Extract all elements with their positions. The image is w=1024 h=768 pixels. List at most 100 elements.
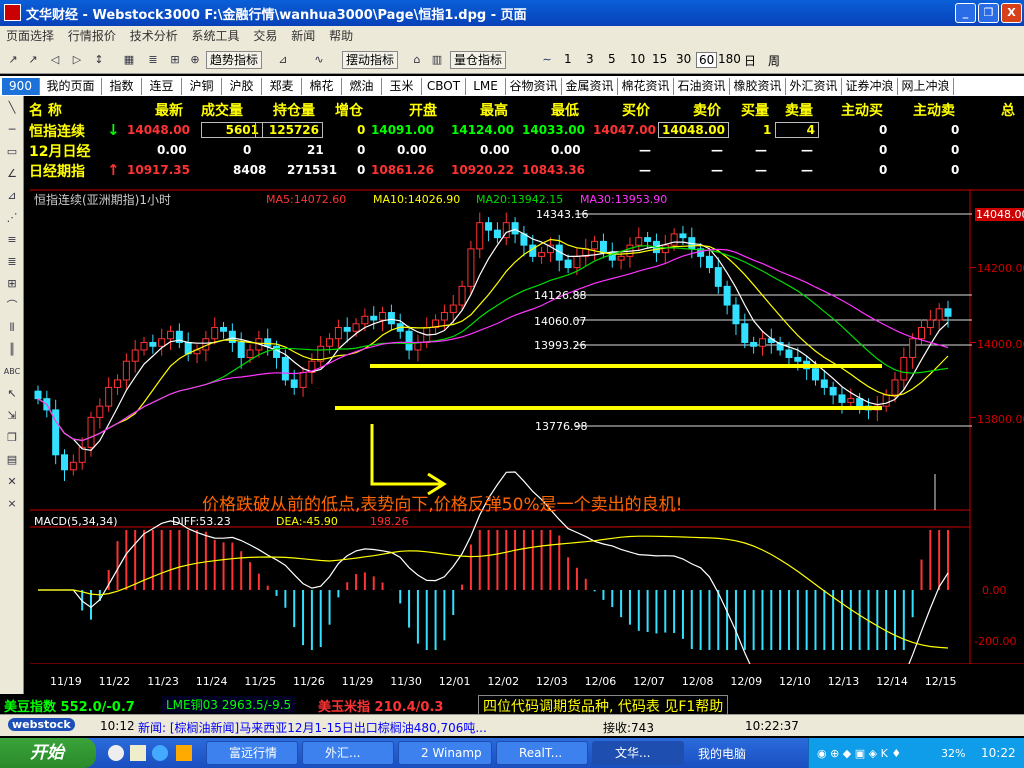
quicklaunch-icon[interactable] — [176, 745, 192, 761]
menu-tech-analysis[interactable]: 技术分析 — [130, 26, 178, 46]
tab-index[interactable]: 指数 — [102, 78, 142, 95]
period-day[interactable]: 日 — [744, 52, 756, 69]
rect-tool-icon[interactable]: ▭ — [3, 144, 21, 160]
percent-tool-icon[interactable]: ≣ — [3, 254, 21, 270]
menu-trade[interactable]: 交易 — [253, 26, 277, 46]
gann-tool-icon[interactable]: ⊞ — [3, 276, 21, 292]
period-week[interactable]: 周 — [768, 52, 780, 69]
tab-copper[interactable]: 沪铜 — [182, 78, 222, 95]
draw-line-icon[interactable]: ↗ — [6, 53, 20, 67]
channel-tool-icon[interactable]: ⋰ — [3, 210, 21, 226]
arrow-tool-icon[interactable]: ↖ — [3, 386, 21, 402]
vline-tool-icon[interactable]: ║ — [3, 342, 21, 358]
grid-icon[interactable]: ▦ — [122, 53, 136, 67]
text-tool-icon[interactable]: ABC — [3, 364, 21, 380]
maximize-button[interactable]: ❐ — [978, 3, 999, 23]
volume-icon[interactable]: ▥ — [430, 53, 444, 67]
fib-tool-icon[interactable]: ≡ — [3, 232, 21, 248]
menu-help[interactable]: 帮助 — [329, 26, 353, 46]
table-row[interactable]: 恒指连续 ↓ 14048.00 5601 125726 0 14091.00 1… — [25, 120, 1024, 140]
candlestick-chart[interactable] — [30, 188, 1024, 664]
tab-lme[interactable]: LME — [466, 78, 506, 95]
minimize-button[interactable]: _ — [955, 3, 976, 23]
period-3[interactable]: 3 — [586, 52, 594, 66]
list-icon[interactable]: ≣ — [146, 53, 160, 67]
menu-system-tools[interactable]: 系统工具 — [192, 26, 240, 46]
line-chart-icon[interactable]: ∼ — [540, 53, 554, 67]
fan-tool-icon[interactable]: ⊿ — [3, 188, 21, 204]
delete-all-tool-icon[interactable]: ⨯ — [3, 496, 21, 512]
angle-tool-icon[interactable]: ∠ — [3, 166, 21, 182]
mode-icon[interactable]: ⌂ — [410, 53, 424, 67]
tab-soy[interactable]: 连豆 — [142, 78, 182, 95]
tab-corn[interactable]: 玉米 — [382, 78, 422, 95]
tab-wheat[interactable]: 郑麦 — [262, 78, 302, 95]
row-volume: 0 — [243, 143, 252, 157]
tab-metal-news[interactable]: 金属资讯 — [562, 78, 618, 95]
volume-oi-indicator-button[interactable]: 量仓指标 — [450, 51, 507, 69]
tab-rubber[interactable]: 沪胶 — [222, 78, 262, 95]
expand-icon[interactable]: ↕ — [92, 53, 106, 67]
menu-news[interactable]: 新闻 — [291, 26, 315, 46]
tab-cotton[interactable]: 棉花 — [302, 78, 342, 95]
ma5-label: MA5:14072.60 — [266, 193, 347, 206]
candle-body — [96, 405, 104, 418]
zoom-icon[interactable]: ⊕ — [188, 53, 202, 67]
period-60[interactable]: 60 — [696, 52, 718, 68]
select-tool-icon[interactable]: ⇲ — [3, 408, 21, 424]
task-winamp[interactable]: 2 Winamp — [398, 741, 492, 765]
trend-indicator-button[interactable]: 趋势指标 — [206, 51, 263, 69]
my-computer-label[interactable]: 我的电脑 — [698, 745, 746, 762]
copy-tool-icon[interactable]: ❐ — [3, 430, 21, 446]
tray-icons[interactable]: ◉ ⊕ ◆ ▣ ◈ K ♦ — [817, 747, 901, 760]
news-text[interactable]: 新闻: [棕榈油新闻]马来西亚12月1-15日出口棕榈油480,706吨... — [138, 719, 487, 736]
start-button[interactable]: 开始 — [0, 738, 96, 768]
bars-icon[interactable]: ⊞ — [168, 53, 182, 67]
candle-body — [538, 252, 546, 257]
period-5[interactable]: 5 — [608, 52, 616, 66]
hline-tool-icon[interactable]: ─ — [3, 122, 21, 138]
tab-fx-news[interactable]: 外汇资讯 — [786, 78, 842, 95]
close-button[interactable]: X — [1001, 3, 1022, 23]
tab-900[interactable]: 900 — [2, 78, 40, 95]
period-15[interactable]: 15 — [652, 52, 667, 66]
period-30[interactable]: 30 — [676, 52, 691, 66]
period-10[interactable]: 10 — [630, 52, 645, 66]
tab-stock-surf[interactable]: 证券冲浪 — [842, 78, 898, 95]
shift-left-icon[interactable]: ◁ — [48, 53, 62, 67]
tab-rubber-news[interactable]: 橡胶资讯 — [730, 78, 786, 95]
arc-tool-icon[interactable]: ⌒ — [3, 298, 21, 314]
media-icon[interactable] — [108, 745, 124, 761]
desktop-icon[interactable] — [130, 745, 146, 761]
delete-tool-icon[interactable]: ✕ — [3, 474, 21, 490]
line-tool-icon[interactable]: ╲ — [3, 100, 21, 116]
task-forex[interactable]: 外汇... — [302, 741, 394, 765]
row-open: 14091.00 — [371, 123, 435, 137]
tab-my-page[interactable]: 我的页面 — [40, 78, 102, 95]
chart-area[interactable]: 恒指连续(亚洲期指)1小时 MA5:14072.60 MA10:14026.90… — [30, 188, 1024, 688]
draw-ray-icon[interactable]: ↗ — [26, 53, 40, 67]
tab-fuel[interactable]: 燃油 — [342, 78, 382, 95]
task-realt[interactable]: RealT... — [496, 741, 588, 765]
table-row[interactable]: 日经期指 ↑ 10917.35 8408 271531 0 10861.26 1… — [25, 160, 1024, 180]
tab-cbot[interactable]: CBOT — [422, 78, 466, 95]
x-axis-label: 12/09 — [730, 675, 763, 688]
menu-quotes[interactable]: 行情报价 — [68, 26, 116, 46]
osc-icon[interactable]: ∿ — [312, 53, 326, 67]
task-wenhua[interactable]: 文华... — [592, 741, 684, 765]
paste-tool-icon[interactable]: ▤ — [3, 452, 21, 468]
oscillator-indicator-button[interactable]: 摆动指标 — [342, 51, 399, 69]
ie-icon[interactable] — [152, 745, 168, 761]
menu-page-select[interactable]: 页面选择 — [6, 26, 54, 46]
tab-cotton-news[interactable]: 棉花资讯 — [618, 78, 674, 95]
period-1[interactable]: 1 — [564, 52, 572, 66]
shift-right-icon[interactable]: ▷ — [70, 53, 84, 67]
indicator-icon[interactable]: ⊿ — [276, 53, 290, 67]
table-row[interactable]: 12月日经 0.00 0 21 0 0.00 0.00 0.00 — — — —… — [25, 140, 1024, 160]
task-fuyuan[interactable]: 富远行情 — [206, 741, 298, 765]
period-180[interactable]: 180 — [718, 52, 741, 66]
tab-oil-news[interactable]: 石油资讯 — [674, 78, 730, 95]
tab-web-surf[interactable]: 网上冲浪 — [898, 78, 954, 95]
cycle-tool-icon[interactable]: ⦀ — [3, 320, 21, 336]
tab-grain-news[interactable]: 谷物资讯 — [506, 78, 562, 95]
